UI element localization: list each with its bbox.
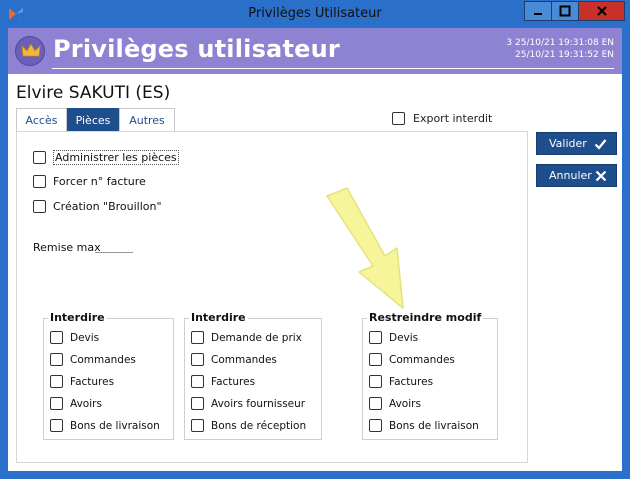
checkbox[interactable] — [191, 419, 204, 432]
export-interdit-label: Export interdit — [413, 112, 493, 125]
group3-item-avoirs[interactable]: Avoirs — [369, 397, 421, 410]
option-forcer-facture[interactable]: Forcer n° facture — [33, 175, 146, 188]
export-interdit-option[interactable]: Export interdit — [392, 112, 492, 125]
group3-item-devis[interactable]: Devis — [369, 331, 418, 344]
timestamp-line-1: 3 25/10/21 19:31:08 EN — [506, 38, 614, 48]
checkbox[interactable] — [369, 331, 382, 344]
checkbox[interactable] — [191, 375, 204, 388]
forcer-facture-checkbox[interactable] — [33, 175, 46, 188]
maximize-icon — [559, 5, 571, 17]
group-interdire-achats: Interdire Demande de prix Commandes Fact… — [184, 311, 322, 440]
administrer-checkbox[interactable] — [33, 151, 46, 164]
item-label: Devis — [70, 331, 100, 344]
forcer-facture-label: Forcer n° facture — [53, 175, 146, 188]
checkbox[interactable] — [191, 397, 204, 410]
close-window-button[interactable] — [578, 1, 625, 21]
group2-item-factures[interactable]: Factures — [191, 375, 255, 388]
item-label: Commandes — [70, 353, 136, 366]
item-label: Commandes — [211, 353, 277, 366]
checkbox[interactable] — [50, 331, 63, 344]
group-interdire-ventes: Interdire Devis Commandes Factures Avoir… — [43, 311, 174, 440]
annuler-label: Annuler — [549, 169, 592, 182]
close-icon — [596, 6, 607, 16]
group2-item-commandes[interactable]: Commandes — [191, 353, 277, 366]
group2-item-avoirs-fournisseur[interactable]: Avoirs fournisseur — [191, 397, 305, 410]
tab-pieces[interactable]: Pièces — [67, 108, 119, 132]
item-label: Factures — [70, 375, 115, 388]
creation-brouillon-label: Création "Brouillon" — [53, 200, 162, 213]
pointer-arrow-icon — [326, 187, 404, 309]
valider-button[interactable]: Valider — [536, 132, 617, 155]
checkbox[interactable] — [50, 375, 63, 388]
checkbox[interactable] — [191, 353, 204, 366]
close-icon — [595, 170, 607, 182]
checkbox[interactable] — [369, 375, 382, 388]
item-label: Commandes — [389, 353, 455, 366]
option-creation-brouillon[interactable]: Création "Brouillon" — [33, 200, 162, 213]
checkbox[interactable] — [191, 331, 204, 344]
crown-icon — [21, 43, 41, 57]
item-label: Avoirs — [70, 397, 102, 410]
checkbox[interactable] — [369, 397, 382, 410]
item-label: Bons de livraison — [70, 419, 160, 432]
dialog-body: Privilèges utilisateur 3 25/10/21 19:31:… — [8, 28, 622, 471]
tab-autres[interactable]: Autres — [119, 108, 175, 132]
creation-brouillon-checkbox[interactable] — [33, 200, 46, 213]
minimize-button[interactable] — [524, 1, 552, 21]
item-label: Bons de livraison — [389, 419, 479, 432]
app-window: Privilèges Utilisateur Privilèges utilis… — [0, 0, 630, 479]
checkbox[interactable] — [50, 353, 63, 366]
group3-item-factures[interactable]: Factures — [369, 375, 433, 388]
item-label: Devis — [389, 331, 419, 344]
item-label: Bons de réception — [211, 419, 307, 432]
group1-item-avoirs[interactable]: Avoirs — [50, 397, 102, 410]
option-administrer[interactable]: Administrer les pièces — [33, 150, 179, 165]
timestamp-line-2: 25/10/21 19:31:52 EN — [515, 50, 614, 60]
checkbox[interactable] — [50, 397, 63, 410]
banner-underline — [52, 68, 614, 69]
item-label: Demande de prix — [211, 331, 302, 344]
group1-item-factures[interactable]: Factures — [50, 375, 114, 388]
remise-max-label: Remise max — [33, 241, 101, 254]
user-name: Elvire SAKUTI (ES) — [16, 83, 171, 103]
group2-item-demande-prix[interactable]: Demande de prix — [191, 331, 302, 344]
group-title: Restreindre modif — [367, 311, 484, 324]
page-title: Privilèges utilisateur — [53, 35, 340, 63]
timestamps: 3 25/10/21 19:31:08 EN 25/10/21 19:31:52… — [506, 37, 614, 61]
valider-label: Valider — [549, 137, 587, 150]
checkbox[interactable] — [369, 353, 382, 366]
tab-panel-pieces: Administrer les pièces Forcer n° facture… — [16, 131, 528, 463]
group3-item-bons-livraison[interactable]: Bons de livraison — [369, 419, 479, 432]
group-title: Interdire — [189, 311, 248, 324]
tab-acces[interactable]: Accès — [16, 108, 67, 132]
item-label: Factures — [211, 375, 256, 388]
item-label: Avoirs — [389, 397, 421, 410]
crown-badge — [15, 36, 45, 66]
group1-item-devis[interactable]: Devis — [50, 331, 99, 344]
group-restreindre-modif: Restreindre modif Devis Commandes Factur… — [362, 311, 498, 440]
item-label: Avoirs fournisseur — [211, 397, 306, 410]
group1-item-bons-livraison[interactable]: Bons de livraison — [50, 419, 160, 432]
checkbox[interactable] — [50, 419, 63, 432]
check-icon — [594, 139, 607, 150]
annuler-button[interactable]: Annuler — [536, 164, 617, 187]
checkbox[interactable] — [369, 419, 382, 432]
group2-item-bons-reception[interactable]: Bons de réception — [191, 419, 306, 432]
administrer-label: Administrer les pièces — [53, 150, 179, 165]
group1-item-commandes[interactable]: Commandes — [50, 353, 136, 366]
group-title: Interdire — [48, 311, 107, 324]
remise-max-input[interactable] — [95, 252, 133, 253]
maximize-button[interactable] — [551, 1, 579, 21]
group3-item-commandes[interactable]: Commandes — [369, 353, 455, 366]
header-banner: Privilèges utilisateur 3 25/10/21 19:31:… — [8, 28, 622, 74]
title-bar[interactable]: Privilèges Utilisateur — [0, 0, 630, 28]
item-label: Factures — [389, 375, 434, 388]
minimize-icon — [534, 13, 542, 15]
export-interdit-checkbox[interactable] — [392, 112, 405, 125]
